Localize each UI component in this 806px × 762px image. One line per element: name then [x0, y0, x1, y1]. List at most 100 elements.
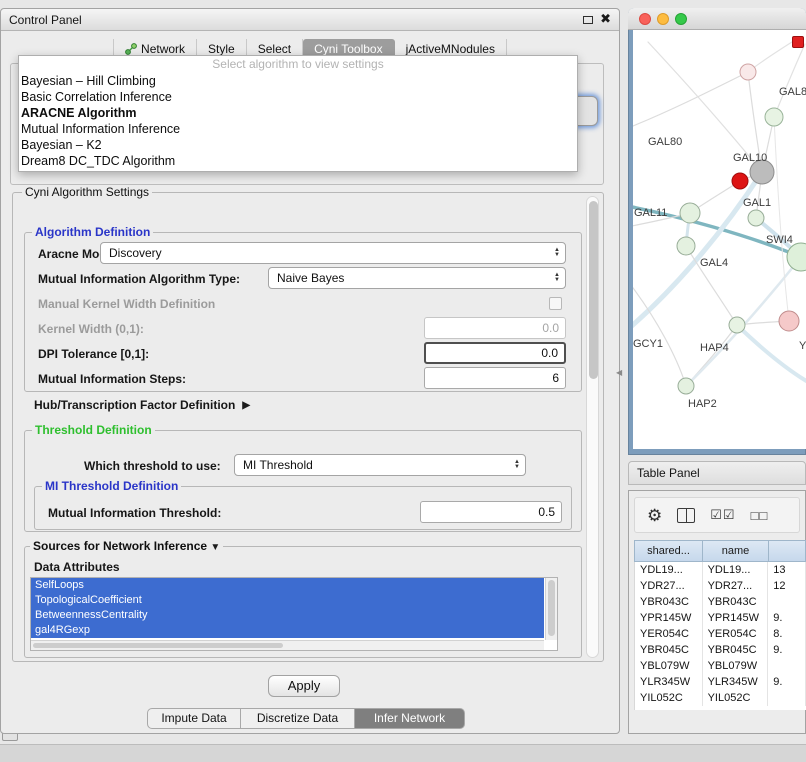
table-cell: YLR345W: [635, 674, 703, 690]
mi-steps-input[interactable]: 6: [424, 367, 566, 389]
algorithm-option[interactable]: Dream8 DC_TDC Algorithm: [19, 153, 577, 169]
tab-label: Select: [258, 42, 291, 56]
table-row[interactable]: YLR345WYLR345W9.: [635, 674, 806, 690]
attribute-item-selected[interactable]: BetweennessCentrality: [31, 608, 544, 623]
network-node[interactable]: [732, 173, 748, 189]
tab-label: jActiveMNodules: [406, 42, 495, 56]
bottom-tab-impute-data[interactable]: Impute Data: [147, 708, 241, 729]
table-panel-titlebar[interactable]: Table Panel: [628, 461, 806, 485]
attribute-item-selected[interactable]: gal4RGexp: [31, 623, 544, 638]
table-row[interactable]: YBL079WYBL079W: [635, 658, 806, 674]
attribute-item-selected[interactable]: SelfLoops: [31, 578, 544, 593]
table-cell: YBR043C: [703, 594, 769, 610]
minimize-traffic-light-icon[interactable]: [657, 13, 669, 25]
close-traffic-light-icon[interactable]: [639, 13, 651, 25]
mi-threshold-input[interactable]: 0.5: [420, 501, 562, 523]
manual-kernel-checkbox[interactable]: [549, 297, 562, 310]
bottom-tab-infer-network[interactable]: Infer Network: [355, 708, 465, 729]
float-window-icon[interactable]: [583, 16, 593, 24]
network-node-label: HAP4: [700, 342, 729, 354]
combo-arrows-icon: ▲▼: [554, 248, 560, 258]
algorithm-option-selected[interactable]: ARACNE Algorithm: [19, 105, 577, 121]
table-row[interactable]: YPR145WYPR145W9.: [635, 610, 806, 626]
network-node[interactable]: [740, 64, 756, 80]
table-cell: YDR27...: [635, 578, 703, 594]
network-edge[interactable]: [748, 38, 798, 72]
table-row[interactable]: YDL19...YDL19...13: [635, 562, 806, 578]
control-panel-titlebar[interactable]: Control Panel ✖: [1, 9, 619, 31]
table-row[interactable]: YDR27...YDR27...12: [635, 578, 806, 594]
column-header-partial[interactable]: [768, 540, 806, 562]
kernel-width-input[interactable]: 0.0: [424, 317, 566, 339]
network-edge[interactable]: [633, 280, 686, 386]
network-edge[interactable]: [633, 172, 762, 330]
network-edge[interactable]: [737, 325, 806, 382]
mi-type-select[interactable]: Naive Bayes ▲▼: [268, 267, 566, 289]
chevron-right-icon: ▶: [242, 400, 250, 411]
network-window-titlebar[interactable]: [628, 8, 806, 30]
network-node[interactable]: [678, 378, 694, 394]
hub-tf-section-toggle[interactable]: Hub/Transcription Factor Definition ▶: [34, 398, 250, 412]
table-cell: 9.: [768, 610, 806, 626]
dpi-tolerance-input[interactable]: 0.0: [424, 342, 566, 364]
algorithm-option[interactable]: Bayesian – K2: [19, 137, 577, 153]
manual-kernel-label: Manual Kernel Width Definition: [38, 297, 215, 311]
network-node-label: HAP2: [688, 398, 717, 410]
tab-label: Cyni Toolbox: [314, 42, 382, 56]
sources-section-toggle[interactable]: Sources for Network Inference ▼: [30, 539, 223, 555]
network-node[interactable]: [680, 203, 700, 223]
settings-scrollbar[interactable]: [586, 196, 599, 658]
column-header-name[interactable]: name: [702, 540, 768, 562]
network-node[interactable]: [765, 108, 783, 126]
network-edge[interactable]: [633, 72, 748, 128]
network-node[interactable]: [748, 210, 764, 226]
table-cell: 9.: [768, 674, 806, 690]
attribute-item-selected[interactable]: TopologicalCoefficient: [31, 593, 544, 608]
settings-scrollbar-thumb[interactable]: [589, 201, 598, 379]
close-window-icon[interactable]: ✖: [600, 11, 611, 27]
algorithm-definition-title: Algorithm Definition: [32, 225, 153, 239]
zoom-traffic-light-icon[interactable]: [675, 13, 687, 25]
mi-type-value: Naive Bayes: [277, 271, 344, 285]
table-cell: YBR043C: [635, 594, 703, 610]
network-node[interactable]: [677, 237, 695, 255]
table-row[interactable]: YIL052CYIL052C: [635, 690, 806, 706]
network-overview-marker[interactable]: [792, 36, 804, 48]
panel-splitter-collapse-icon[interactable]: ◀: [616, 368, 622, 377]
deselect-all-icon[interactable]: □□: [751, 508, 769, 523]
table-row[interactable]: YER054CYER054C8.: [635, 626, 806, 642]
select-all-icon[interactable]: ☑☑: [710, 507, 735, 523]
table-header: shared... name: [634, 540, 806, 562]
which-threshold-select[interactable]: MI Threshold ▲▼: [234, 454, 526, 476]
gear-icon[interactable]: ⚙: [647, 507, 662, 524]
attributes-vertical-scrollbar[interactable]: [545, 578, 557, 640]
combo-arrows-icon: ▲▼: [514, 460, 520, 470]
data-attributes-list[interactable]: SelfLoops TopologicalCoefficient Between…: [30, 577, 558, 651]
network-edge[interactable]: [774, 117, 789, 321]
table-cell: YBL079W: [703, 658, 769, 674]
which-threshold-label: Which threshold to use:: [84, 459, 221, 473]
network-node[interactable]: [729, 317, 745, 333]
network-node[interactable]: [779, 311, 799, 331]
bottom-tab-discretize-data[interactable]: Discretize Data: [241, 708, 355, 729]
algorithm-option[interactable]: Basic Correlation Inference: [19, 89, 577, 105]
table-row[interactable]: YBR045CYBR045C9.: [635, 642, 806, 658]
sources-title: Sources for Network Inference: [33, 539, 207, 553]
column-browser-icon[interactable]: [677, 508, 695, 523]
table-cell: [768, 690, 806, 706]
threshold-definition-title: Threshold Definition: [32, 423, 155, 437]
apply-button[interactable]: Apply: [268, 675, 340, 697]
algorithm-option[interactable]: Bayesian – Hill Climbing: [19, 73, 577, 89]
network-node-label: GAL4: [700, 257, 728, 269]
network-node-label: Y: [799, 340, 806, 352]
aracne-mode-select[interactable]: Discovery ▲▼: [100, 242, 566, 264]
column-header-shared-name[interactable]: shared...: [634, 540, 702, 562]
network-edge[interactable]: [774, 44, 805, 117]
table-row[interactable]: YBR043CYBR043C: [635, 594, 806, 610]
network-node-label: GAL8: [779, 86, 806, 98]
network-canvas-svg[interactable]: GAL80GAL10GAL11GAL1SWI4GAL4GCY1HAP4HAP2G…: [633, 30, 806, 449]
table-panel-title: Table Panel: [637, 462, 700, 485]
combo-arrows-icon: ▲▼: [554, 273, 560, 283]
attributes-horizontal-scrollbar[interactable]: [31, 640, 544, 650]
algorithm-option[interactable]: Mutual Information Inference: [19, 121, 577, 137]
